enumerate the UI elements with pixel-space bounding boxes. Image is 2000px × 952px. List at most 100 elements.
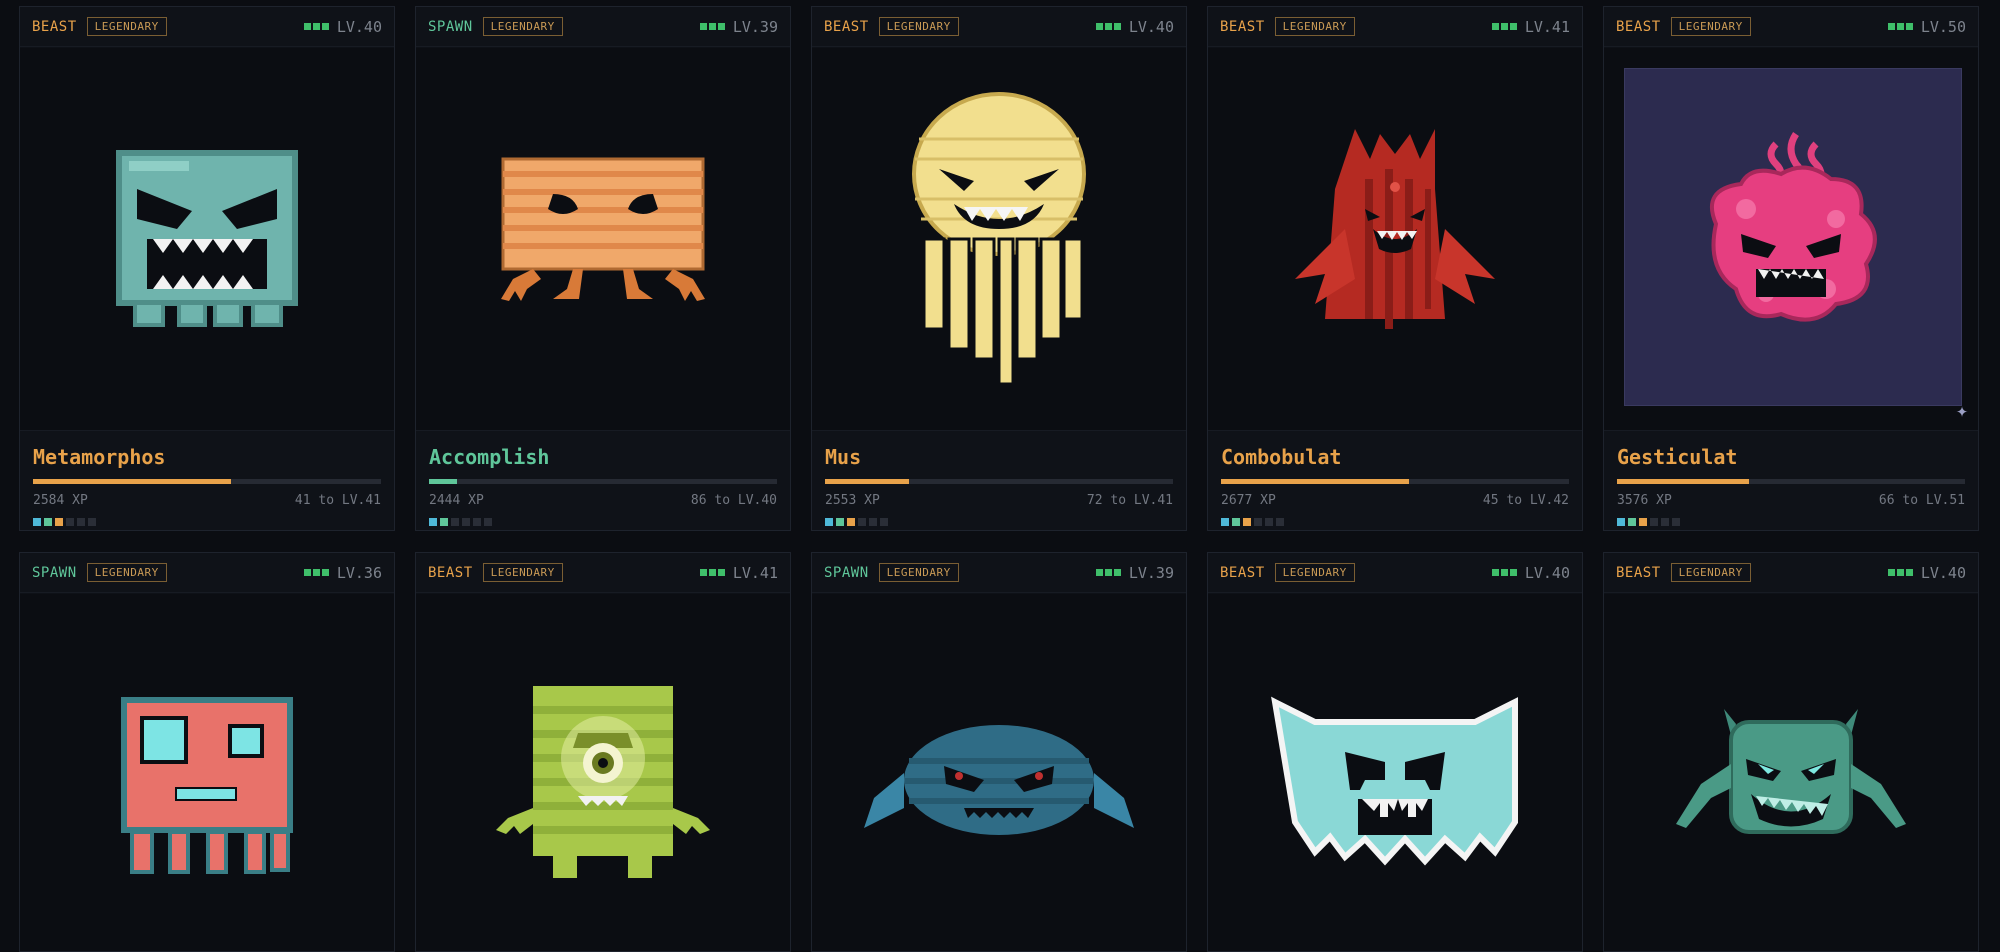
xp-progress-fill: [825, 479, 909, 484]
creature-card[interactable]: BEAST LEGENDARY LV.50 ✦ Gesticulat 3576 …: [1603, 6, 1979, 531]
trait-dots: [1221, 518, 1569, 526]
xp-stats: 2553 XP 72 to LV.41: [825, 493, 1173, 508]
trait-dot: [429, 518, 437, 526]
card-header: SPAWN LEGENDARY LV.39: [416, 7, 790, 47]
xp-progress-fill: [1617, 479, 1750, 484]
rarity-badge: LEGENDARY: [878, 17, 959, 36]
creature-card[interactable]: SPAWN LEGENDARY LV.39 Accomplish 2444 XP…: [415, 6, 791, 531]
card-header: BEAST LEGENDARY LV.40: [1604, 553, 1978, 593]
xp-value: 2444 XP: [429, 493, 484, 508]
creature-type: SPAWN: [32, 564, 77, 581]
card-footer: Mus 2553 XP 72 to LV.41: [812, 430, 1186, 530]
level-indicator: LV.40: [303, 18, 382, 36]
trait-dot: [836, 518, 844, 526]
creature-card[interactable]: SPAWN LEGENDARY LV.36: [19, 552, 395, 952]
rarity-badge: LEGENDARY: [1274, 17, 1355, 36]
creature-type: BEAST: [1616, 564, 1661, 581]
xp-progress-bar: [1617, 479, 1965, 484]
trait-dot: [847, 518, 855, 526]
orange-box-crab-icon: [501, 157, 705, 301]
xp-to-next-level: 86 to LV.40: [690, 493, 777, 508]
xp-progress-bar: [429, 479, 777, 484]
creature-art: [20, 48, 394, 430]
xp-progress-bar: [33, 479, 381, 484]
level-pips: [699, 23, 725, 30]
creature-type: BEAST: [32, 18, 77, 35]
xp-value: 2553 XP: [825, 493, 880, 508]
trait-dot: [869, 518, 877, 526]
trait-dot: [1628, 518, 1636, 526]
creature-art: [812, 594, 1186, 951]
rarity-badge: LEGENDARY: [86, 563, 167, 582]
level-indicator: LV.41: [699, 564, 778, 582]
xp-stats: 3576 XP 66 to LV.51: [1617, 493, 1965, 508]
xp-progress-fill: [1221, 479, 1409, 484]
creature-type: SPAWN: [428, 18, 473, 35]
creature-name: Accomplish: [429, 445, 550, 469]
level-indicator: LV.40: [1095, 18, 1174, 36]
xp-stats: 2444 XP 86 to LV.40: [429, 493, 777, 508]
trait-dot: [1661, 518, 1669, 526]
xp-to-next-level: 45 to LV.42: [1482, 493, 1569, 508]
trait-dot: [1254, 518, 1262, 526]
trait-dot: [33, 518, 41, 526]
creature-type: BEAST: [1220, 564, 1265, 581]
creature-grid-row-2: SPAWN LEGENDARY LV.36 BEAST LEGENDARY LV…: [19, 552, 1979, 952]
level-pips: [1887, 569, 1913, 576]
creature-card[interactable]: BEAST LEGENDARY LV.40 Metamorphos 2584 X…: [19, 6, 395, 531]
trait-dot: [1276, 518, 1284, 526]
trait-dot: [484, 518, 492, 526]
level-pips: [1887, 23, 1913, 30]
xp-value: 2677 XP: [1221, 493, 1276, 508]
xp-progress-bar: [825, 479, 1173, 484]
creature-card[interactable]: BEAST LEGENDARY LV.40: [1207, 552, 1583, 952]
creature-card[interactable]: BEAST LEGENDARY LV.41: [415, 552, 791, 952]
level-pips: [1095, 569, 1121, 576]
creature-card[interactable]: SPAWN LEGENDARY LV.39: [811, 552, 1187, 952]
green-cyclops-cube-icon: [496, 686, 710, 878]
level-pips: [1491, 569, 1517, 576]
xp-progress-bar: [1221, 479, 1569, 484]
card-footer: Accomplish 2444 XP 86 to LV.40: [416, 430, 790, 530]
trait-dot: [88, 518, 96, 526]
level-indicator: LV.40: [1887, 564, 1966, 582]
creature-card[interactable]: BEAST LEGENDARY LV.41 Combobulat 2677 XP: [1207, 6, 1583, 531]
xp-to-next-level: 72 to LV.41: [1086, 493, 1173, 508]
xp-progress-fill: [429, 479, 457, 484]
sparkle-icon: ✦: [1955, 398, 1968, 422]
card-header: BEAST LEGENDARY LV.40: [1208, 553, 1582, 593]
card-header: SPAWN LEGENDARY LV.36: [20, 553, 394, 593]
yellow-jellyfish-icon: [912, 92, 1086, 386]
trait-dot: [1617, 518, 1625, 526]
trait-dot: [880, 518, 888, 526]
creature-art: [20, 594, 394, 951]
card-header: BEAST LEGENDARY LV.41: [416, 553, 790, 593]
xp-to-next-level: 41 to LV.41: [294, 493, 381, 508]
rarity-badge: LEGENDARY: [86, 17, 167, 36]
creature-name: Combobulat: [1221, 445, 1342, 469]
level-indicator: LV.39: [1095, 564, 1174, 582]
trait-dot: [77, 518, 85, 526]
trait-dot: [1232, 518, 1240, 526]
trait-dots: [33, 518, 381, 526]
rarity-badge: LEGENDARY: [482, 17, 563, 36]
level-pips: [1095, 23, 1121, 30]
creature-art: [1208, 48, 1582, 430]
card-header: BEAST LEGENDARY LV.40: [812, 7, 1186, 47]
level-indicator: LV.50: [1887, 18, 1966, 36]
level-pips: [699, 569, 725, 576]
coral-box-squid-icon: [121, 697, 293, 874]
creature-card[interactable]: BEAST LEGENDARY LV.40: [1603, 552, 1979, 952]
trait-dot: [1650, 518, 1658, 526]
trait-dot: [1265, 518, 1273, 526]
card-footer: Metamorphos 2584 XP 41 to LV.41: [20, 430, 394, 530]
card-header: SPAWN LEGENDARY LV.39: [812, 553, 1186, 593]
rarity-badge: LEGENDARY: [878, 563, 959, 582]
level-pips: [303, 23, 329, 30]
creature-type: BEAST: [1220, 18, 1265, 35]
creature-type: BEAST: [1616, 18, 1661, 35]
trait-dot: [473, 518, 481, 526]
trait-dots: [825, 518, 1173, 526]
creature-card[interactable]: BEAST LEGENDARY LV.40 Mus 2553 XP 72 to …: [811, 6, 1187, 531]
creature-art: ✦: [1604, 48, 1978, 430]
